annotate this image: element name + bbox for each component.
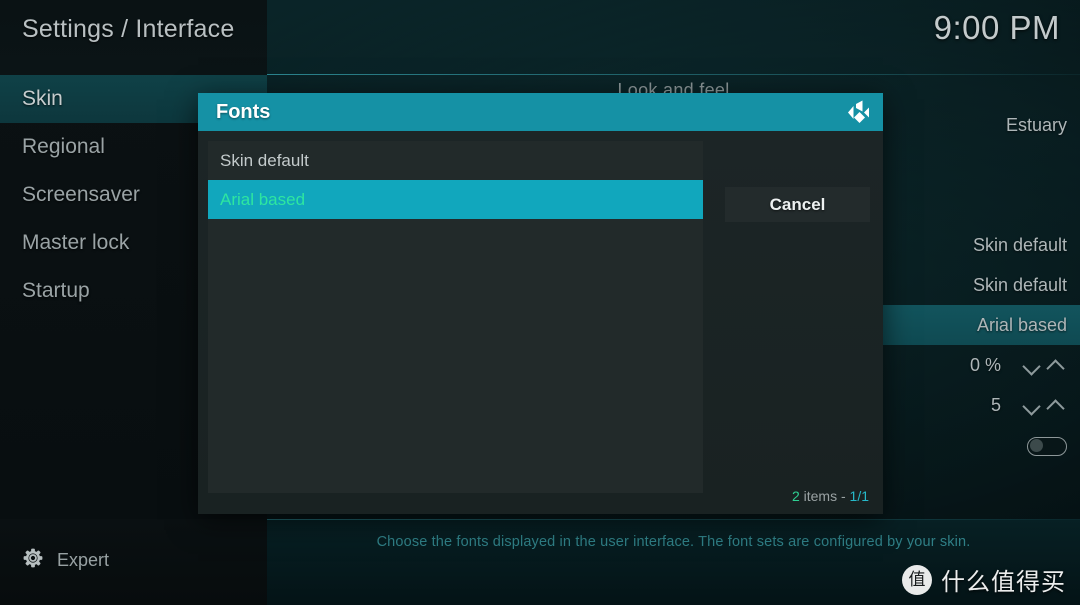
setting-value: 0 % <box>969 355 1001 375</box>
rss-speed-spinner[interactable]: 5 <box>991 385 1067 425</box>
setting-row-skin[interactable]: Estuary <box>1006 105 1067 145</box>
list-item[interactable]: Skin default <box>208 141 703 180</box>
sidebar-item-label: Screensaver <box>22 183 140 206</box>
watermark-badge: 值 <box>902 564 932 595</box>
item-count: 2 items - 1/1 <box>792 488 869 504</box>
setting-value: Skin default <box>972 235 1067 255</box>
watermark-text: 什么值得买 <box>941 568 1066 596</box>
item-count-number: 2 <box>791 488 800 504</box>
gear-icon <box>22 547 44 574</box>
list-item[interactable]: Arial based <box>208 180 703 219</box>
kodi-app-window: Settings / Interface 9:00 PM Skin Region… <box>0 0 1080 605</box>
kodi-logo-icon <box>845 100 871 125</box>
clock: 9:00 PM <box>933 9 1060 46</box>
chevron-up-icon[interactable] <box>1045 394 1067 416</box>
sidebar-item-label: Regional <box>22 135 105 158</box>
sidebar-item-label: Startup <box>22 279 90 302</box>
dialog-body: Skin default Arial based Cancel 2 items … <box>198 131 883 514</box>
sidebar-item-label: Skin <box>22 87 63 110</box>
setting-value: Skin default <box>972 275 1067 295</box>
header-divider <box>267 74 1080 75</box>
chevron-up-icon[interactable] <box>1045 354 1067 376</box>
list-item-label: Skin default <box>220 151 309 170</box>
item-count-page: 1/1 <box>849 488 869 504</box>
dialog-header: Fonts <box>198 93 883 131</box>
watermark: 值 什么值得买 <box>902 562 1066 597</box>
setting-value: Estuary <box>1005 115 1067 135</box>
cancel-button[interactable]: Cancel <box>725 187 870 222</box>
setting-row-skin-theme[interactable]: Skin default <box>973 225 1067 265</box>
toggle-switch[interactable] <box>1027 436 1067 456</box>
settings-level-label: Expert <box>57 550 110 570</box>
setting-description: Choose the fonts displayed in the user i… <box>376 534 971 550</box>
list-item-label: Arial based <box>220 190 306 209</box>
chevron-down-icon[interactable] <box>1021 394 1043 416</box>
toggle-knob <box>1030 439 1043 453</box>
fonts-list[interactable]: Skin default Arial based <box>208 141 703 493</box>
setting-row-rss-speed[interactable]: 5 <box>991 385 1067 425</box>
setting-row-zoom[interactable]: 0 % <box>970 345 1067 385</box>
bottom-divider <box>267 519 1080 520</box>
dialog-title: Fonts <box>216 101 271 123</box>
zoom-spinner[interactable]: 0 % <box>970 345 1067 385</box>
item-count-label: items - <box>799 488 850 504</box>
sidebar-item-label: Master lock <box>22 231 130 254</box>
settings-level-button[interactable]: Expert <box>22 547 109 574</box>
setting-value: 5 <box>990 395 1001 415</box>
setting-value: Arial based <box>976 315 1067 335</box>
breadcrumb: Settings / Interface <box>22 15 235 43</box>
top-header: Settings / Interface 9:00 PM <box>0 0 1080 75</box>
setting-row-toggle[interactable] <box>1027 425 1067 465</box>
setting-row-skin-colours[interactable]: Skin default <box>973 265 1067 305</box>
fonts-dialog: Fonts Skin default Arial based Cancel 2 … <box>198 93 883 514</box>
chevron-down-icon[interactable] <box>1021 354 1043 376</box>
